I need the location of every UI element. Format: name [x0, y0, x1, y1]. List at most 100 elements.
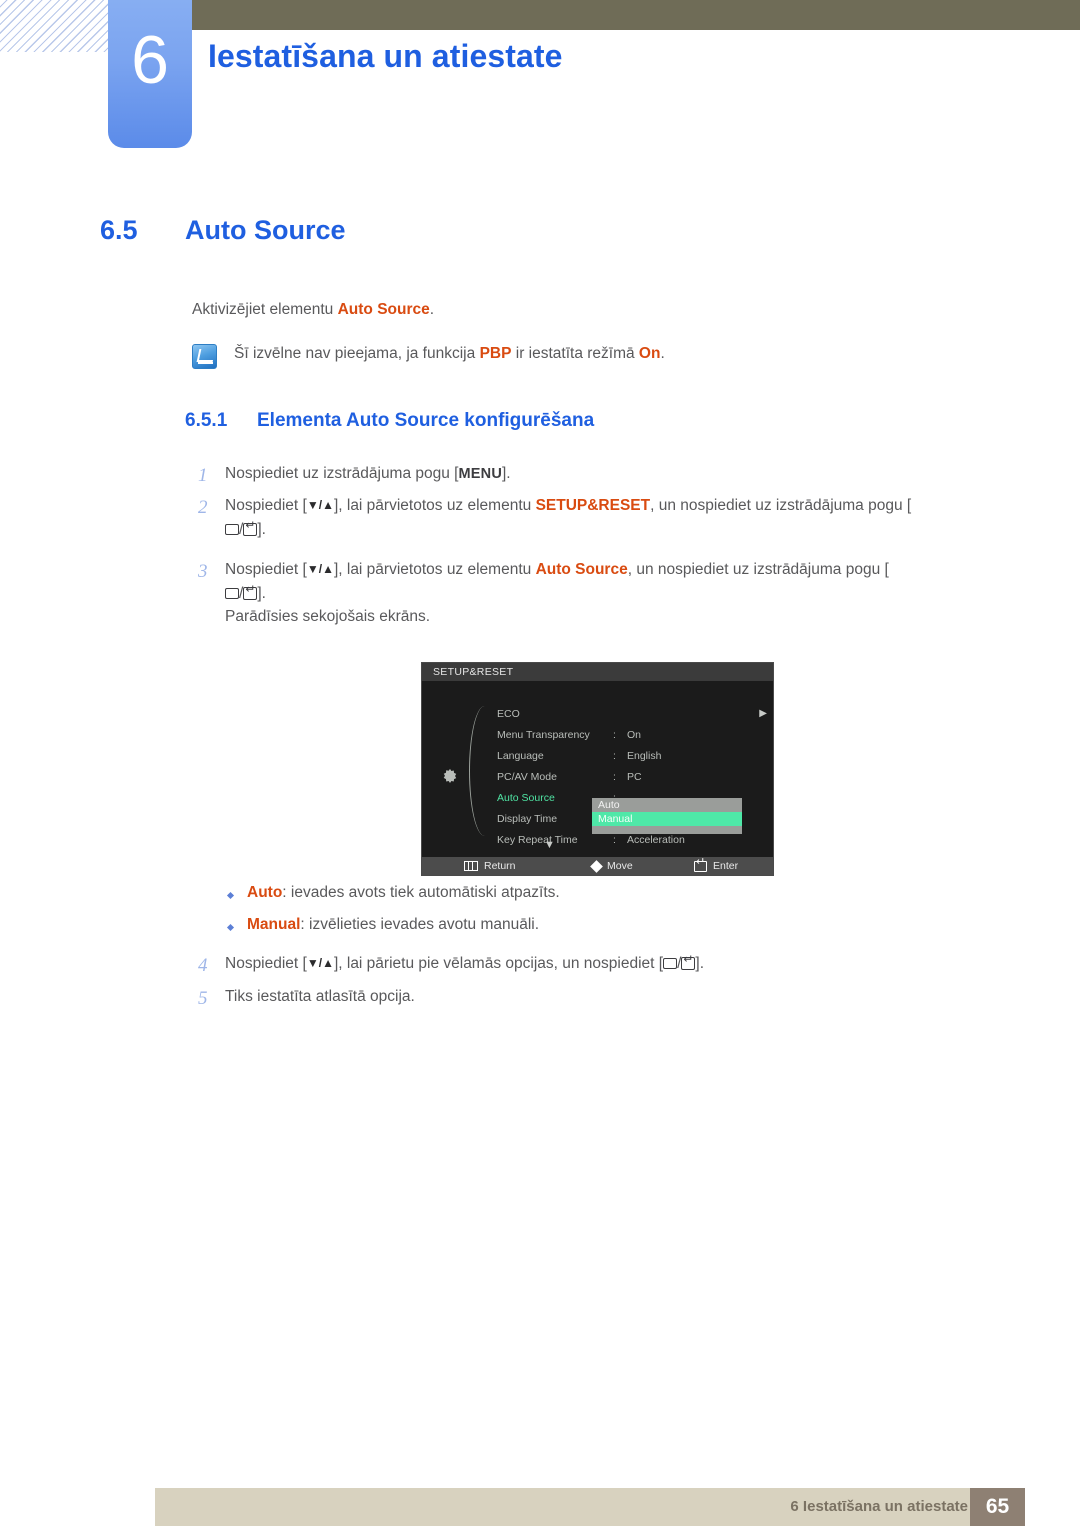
bullet-manual-text: Manual: izvēlieties ievades avotu manuāl… — [247, 916, 539, 934]
osd-row-label: PC/AV Mode — [497, 770, 557, 783]
step-3-accent: Auto Source — [535, 561, 628, 578]
dropdown-option-auto[interactable]: Auto — [592, 798, 742, 812]
intro-prefix: Aktivizējiet elementu — [192, 301, 338, 318]
step-3-text-c: , un nospiediet uz izstrādājuma pogu [ — [627, 561, 889, 578]
step-5-text: Tiks iestatīta atlasītā opcija. — [225, 988, 415, 1005]
osd-row-colon: : — [613, 833, 616, 846]
enter-key-icon — [243, 583, 258, 600]
osd-row-value: Acceleration — [627, 833, 685, 846]
chevron-right-icon: ▶ — [759, 708, 767, 719]
osd-row-value: PC — [627, 770, 642, 783]
bullet-manual-accent: Manual — [247, 916, 301, 933]
header-bar — [192, 0, 1080, 30]
osd-row-value: English — [627, 749, 662, 762]
intro-accent-term: Auto Source — [337, 301, 430, 318]
bullet-auto-text: Auto: ievades avots tiek automātiski atp… — [247, 884, 560, 902]
diamond-icon — [590, 859, 603, 873]
osd-row-language[interactable]: Language : English — [497, 745, 767, 766]
footer-chapter-label: 6 Iestatīšana un atiestate — [790, 1498, 968, 1515]
step-1-index: 1 — [198, 465, 208, 486]
osd-arc-decoration — [469, 706, 495, 836]
osd-move-action[interactable]: Move — [590, 859, 633, 873]
document-page: 6 Iestatīšana un atiestate 6.5 Auto Sour… — [0, 0, 1080, 1527]
down-up-arrows-icon: ▼/▲ — [306, 956, 334, 970]
scroll-down-icon[interactable]: ▼ — [544, 839, 555, 851]
osd-enter-action[interactable]: Enter — [694, 857, 738, 872]
step-4-index: 4 — [198, 955, 208, 976]
dropdown-option-manual[interactable]: Manual — [592, 812, 742, 826]
decorative-hatch-pattern — [0, 0, 112, 52]
step-2-text: Nospiediet [▼/▲], lai pārvietotos uz ele… — [225, 494, 911, 541]
step-3-text-e: ]. — [257, 584, 266, 602]
step-1-text-a: Nospiediet uz izstrādājuma pogu [ — [225, 465, 459, 482]
chapter-number-badge: 6 — [108, 0, 192, 148]
bullet-auto-accent: Auto — [247, 884, 283, 901]
source-key-icon — [225, 523, 239, 535]
step-5: 5 Tiks iestatīta atlasītā opcija. — [192, 985, 415, 1014]
step-3-text: Nospiediet [▼/▲], lai pārvietotos uz ele… — [225, 558, 889, 629]
step-4-text: Nospiediet [▼/▲], lai pārietu pie vēlamā… — [225, 952, 704, 981]
step-3-index: 3 — [198, 561, 208, 582]
step-2-text-b: ], lai pārvietotos uz elementu — [333, 497, 536, 514]
osd-row-colon: : — [613, 770, 616, 783]
auto-source-dropdown[interactable]: Auto Manual — [592, 798, 742, 834]
menu-bars-icon — [464, 861, 478, 871]
bullet-auto-body: : ievades avots tiek automātiski atpazīt… — [282, 884, 560, 901]
osd-row-eco[interactable]: ECO ▶ — [497, 703, 767, 724]
osd-row-menu-transparency[interactable]: Menu Transparency : On — [497, 724, 767, 745]
section-heading: 6.5 Auto Source — [100, 215, 346, 246]
subsection-heading: 6.5.1 Elementa Auto Source konfigurēšana — [185, 410, 594, 432]
note-accent-on: On — [638, 345, 661, 362]
step-2: 2 Nospiediet [▼/▲], lai pārvietotos uz e… — [192, 494, 911, 541]
page-number-badge: 65 — [970, 1488, 1025, 1526]
step-1: 1 Nospiediet uz izstrādājuma pogu [MENU]… — [192, 462, 511, 491]
step-4: 4 Nospiediet [▼/▲], lai pārietu pie vēla… — [192, 952, 704, 981]
step-3-extra-line: Parādīsies sekojošais ekrāns. — [225, 608, 431, 626]
note-text-part3: . — [660, 345, 665, 362]
note-pencil-icon — [192, 344, 217, 369]
source-key-icon — [663, 958, 678, 969]
step-2-accent: SETUP&RESET — [535, 497, 651, 514]
step-2-text-e: ]. — [257, 520, 266, 538]
osd-return-action[interactable]: Return — [464, 860, 516, 872]
down-up-arrows-icon: ▼/▲ — [306, 498, 334, 512]
osd-row-value: On — [627, 728, 642, 741]
bullet-item-auto: Auto: ievades avots tiek automātiski atp… — [226, 884, 560, 902]
step-5-index: 5 — [198, 988, 208, 1009]
step-3: 3 Nospiediet [▼/▲], lai pārvietotos uz e… — [192, 558, 889, 629]
bullet-dot-icon — [226, 923, 235, 932]
intro-suffix: . — [429, 301, 435, 318]
osd-row-label: Menu Transparency — [497, 728, 590, 741]
osd-row-label: ECO — [497, 707, 520, 720]
step-1-text-b: ]. — [502, 465, 511, 482]
osd-row-colon: : — [613, 728, 616, 741]
osd-footer-bar: Return Move Enter — [422, 857, 773, 875]
note-accent-pbp: PBP — [479, 345, 512, 362]
osd-row-pc-av-mode[interactable]: PC/AV Mode : PC — [497, 766, 767, 787]
step-3-text-a: Nospiediet [ — [225, 561, 307, 578]
enter-key-icon — [681, 953, 696, 970]
bullet-manual-body: : izvēlieties ievades avotu manuāli. — [300, 916, 540, 933]
menu-key-label: MENU — [458, 466, 502, 482]
note-text-part2: ir iestatīta režīmā — [511, 345, 639, 362]
step-2-index: 2 — [198, 497, 208, 518]
osd-title: SETUP&RESET — [422, 663, 773, 681]
note-text-part1: Šī izvēlne nav pieejama, ja funkcija — [234, 345, 480, 362]
step-2-text-a: Nospiediet [ — [225, 497, 307, 514]
step-4-text-d: ]. — [695, 955, 705, 972]
osd-row-label: Key Repeat Time — [497, 833, 578, 846]
chapter-title: Iestatīšana un atiestate — [208, 38, 563, 74]
step-4-text-a: Nospiediet [ — [225, 955, 307, 972]
step-1-text: Nospiediet uz izstrādājuma pogu [MENU]. — [225, 462, 511, 491]
osd-move-label: Move — [607, 860, 633, 872]
osd-body: ECO ▶ Menu Transparency : On Language : … — [422, 681, 773, 857]
osd-row-label: Language — [497, 749, 544, 762]
source-key-icon — [225, 587, 239, 599]
step-3-text-b: ], lai pārvietotos uz elementu — [333, 561, 536, 578]
step-2-text-c: , un nospiediet uz izstrādājuma pogu [ — [650, 497, 912, 514]
gear-icon — [443, 768, 457, 784]
subsection-number: 6.5.1 — [185, 410, 228, 431]
subsection-title: Elementa Auto Source konfigurēšana — [257, 410, 595, 431]
enter-key-icon — [694, 857, 707, 872]
down-up-arrows-icon: ▼/▲ — [306, 562, 334, 576]
